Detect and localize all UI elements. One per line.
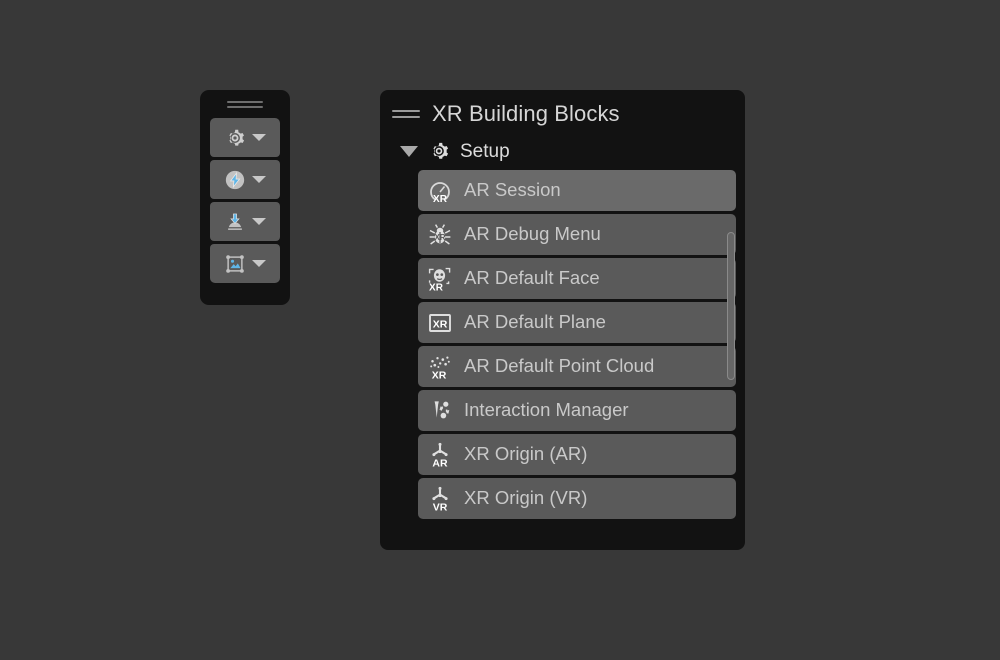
list-item-label: XR Origin (VR)	[464, 487, 588, 509]
vertical-scrollbar-thumb[interactable]	[727, 232, 735, 380]
list-item[interactable]: Interaction Manager	[418, 390, 736, 431]
list-item-label: AR Default Plane	[464, 311, 606, 333]
vertical-scrollbar-track[interactable]	[725, 232, 737, 392]
hamburger-menu-icon[interactable]	[392, 110, 420, 118]
panel-header: XR Building Blocks	[380, 90, 745, 126]
ar-session-icon: XR	[430, 181, 450, 205]
toolbar-button-sprite[interactable]	[210, 244, 280, 283]
chevron-down-icon[interactable]	[252, 260, 266, 267]
svg-text:XR: XR	[429, 282, 444, 293]
list-item[interactable]: XR AR Default Point Cloud	[418, 346, 736, 387]
chevron-down-icon[interactable]	[252, 176, 266, 183]
list-item[interactable]: XR AR Default Plane	[418, 302, 736, 343]
toolbar-button-gear[interactable]	[210, 118, 280, 157]
interaction-manager-icon	[434, 400, 450, 418]
triangle-down-icon[interactable]	[400, 145, 418, 157]
svg-text:XR: XR	[432, 369, 447, 381]
list-item[interactable]: AR XR Origin (AR)	[418, 434, 736, 475]
list-item[interactable]: XR AR Session	[418, 170, 736, 211]
ar-default-point-cloud-icon: XR	[430, 356, 450, 381]
list-item-label: Interaction Manager	[464, 399, 629, 421]
toolbar-button-import[interactable]	[210, 202, 280, 241]
toolbar-drag-handle[interactable]	[200, 90, 290, 118]
ar-debug-menu-icon: XR	[429, 223, 451, 245]
import-download-icon	[228, 213, 242, 230]
list-item[interactable]: XR AR Debug Menu	[418, 214, 736, 255]
list-item[interactable]: VR XR Origin (VR)	[418, 478, 736, 519]
menu-line	[392, 110, 420, 112]
drag-handle-line	[227, 105, 263, 108]
lightning-bolt-circle-icon	[225, 170, 245, 189]
xr-origin-vr-icon: VR	[432, 486, 448, 513]
list-item-label: AR Default Face	[464, 267, 600, 289]
section-header-setup[interactable]: Setup	[380, 126, 745, 170]
svg-text:XR: XR	[434, 233, 445, 242]
list-item[interactable]: XR AR Default Face	[418, 258, 736, 299]
ar-default-plane-icon: XR	[429, 313, 451, 332]
list-item-label: XR Origin (AR)	[464, 443, 588, 465]
gear-icon	[433, 142, 449, 159]
overlay-toolbar	[200, 90, 290, 305]
chevron-down-icon[interactable]	[252, 218, 266, 225]
panel-title: XR Building Blocks	[432, 101, 620, 126]
gear-icon	[229, 129, 245, 146]
toolbar-button-lightning[interactable]	[210, 160, 280, 199]
svg-text:AR: AR	[432, 457, 448, 469]
ar-default-face-icon: XR	[428, 267, 451, 293]
building-blocks-list: XR AR Session XR AR Debug Menu XR AR Def…	[418, 170, 737, 519]
list-item-label: AR Default Point Cloud	[464, 355, 655, 377]
svg-text:VR: VR	[433, 501, 448, 513]
svg-text:XR: XR	[433, 318, 448, 330]
section-title: Setup	[460, 140, 510, 162]
toolbar-button-group	[200, 118, 290, 293]
svg-text:XR: XR	[433, 194, 448, 205]
list-item-label: AR Debug Menu	[464, 223, 601, 245]
xr-building-blocks-panel: XR Building Blocks Setup XR AR Session X…	[380, 90, 745, 550]
chevron-down-icon[interactable]	[252, 134, 266, 141]
list-item-label: AR Session	[464, 179, 561, 201]
xr-origin-ar-icon: AR	[432, 442, 448, 469]
drag-handle-line	[227, 100, 263, 103]
menu-line	[392, 116, 420, 118]
sprite-image-icon	[226, 254, 244, 273]
